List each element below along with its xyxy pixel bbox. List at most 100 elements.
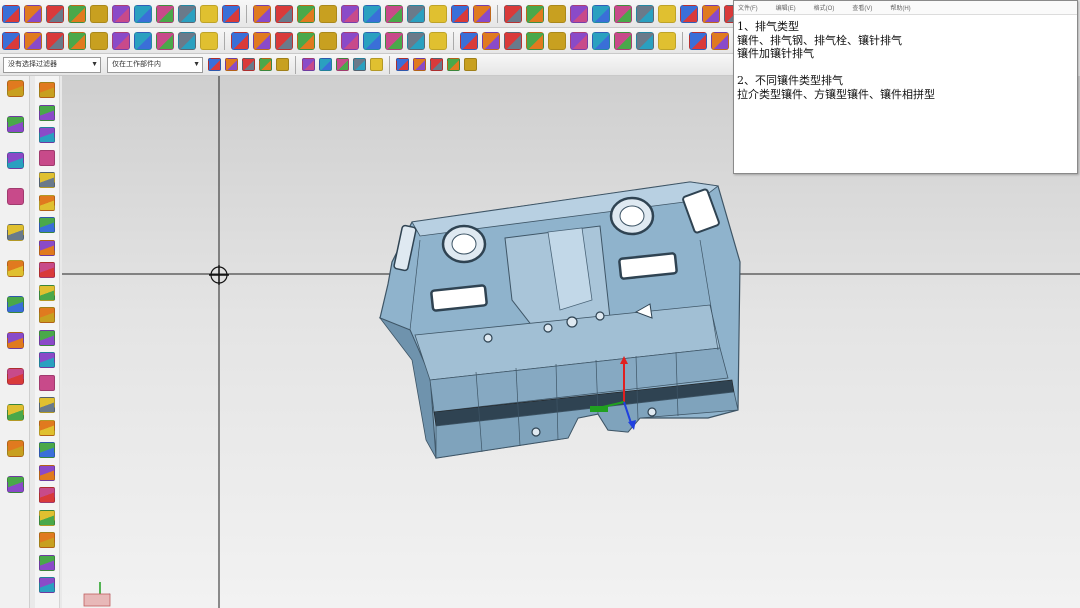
patch-icon[interactable] (680, 4, 698, 23)
block-icon[interactable] (90, 4, 108, 23)
wcs-icon[interactable] (46, 31, 64, 50)
gate-icon[interactable] (658, 31, 676, 50)
back-view-icon[interactable] (429, 31, 447, 50)
system-materials-icon[interactable] (7, 332, 24, 349)
list-icon[interactable] (39, 464, 55, 481)
cone-icon[interactable] (134, 4, 152, 23)
menu-edit[interactable]: 编辑(E) (776, 3, 796, 12)
show-hide-icon[interactable] (90, 31, 108, 50)
arrow-icon[interactable] (39, 397, 55, 413)
ejector-icon[interactable] (614, 31, 632, 50)
cavity-icon[interactable] (526, 31, 544, 50)
revolve-icon[interactable] (200, 4, 218, 23)
notepad-text-area[interactable]: 1、排气类型 镶件、排气钢、排气栓、镶针排气 镶件加镶针排气 2、不同镶件类型排… (734, 15, 1077, 106)
zoom-icon[interactable] (134, 31, 152, 50)
point-snap-icon[interactable] (225, 58, 238, 71)
cylinder-icon[interactable] (112, 4, 130, 23)
isometric-icon[interactable] (297, 31, 315, 50)
intersect-icon[interactable] (592, 4, 610, 23)
curve-icon[interactable] (39, 149, 55, 166)
layer-icon[interactable] (68, 31, 86, 50)
extrude-icon[interactable] (178, 4, 196, 23)
support-icon[interactable] (39, 352, 55, 368)
mesh-icon[interactable] (39, 194, 55, 211)
endpoint-icon[interactable] (242, 58, 255, 71)
sphere-icon[interactable] (156, 4, 174, 23)
trimetric-icon[interactable] (275, 31, 293, 50)
tree-icon[interactable] (39, 509, 55, 526)
assembly-navigator-icon[interactable] (7, 80, 24, 97)
subtract-icon[interactable] (570, 4, 588, 23)
section-icon[interactable] (253, 31, 271, 50)
process-navigator-icon[interactable] (7, 404, 24, 421)
knife-icon[interactable] (39, 239, 55, 256)
core-icon[interactable] (504, 31, 522, 50)
internet-icon[interactable] (7, 260, 24, 277)
part-navigator-icon[interactable] (7, 152, 24, 169)
tube-icon[interactable] (39, 307, 55, 323)
slot-icon[interactable] (319, 4, 337, 23)
chamfer-icon[interactable] (473, 4, 491, 23)
pocket-icon[interactable] (275, 4, 293, 23)
filter-icon[interactable] (208, 58, 221, 71)
new-file-icon[interactable] (2, 4, 20, 23)
insert-icon[interactable] (592, 31, 610, 50)
menu-format[interactable]: 格式(O) (814, 3, 835, 12)
save-icon[interactable] (46, 4, 64, 23)
folder-icon[interactable] (39, 104, 55, 121)
groove-icon[interactable] (341, 4, 359, 23)
lifter-icon[interactable] (570, 31, 588, 50)
split-body-icon[interactable] (526, 4, 544, 23)
box-icon[interactable] (39, 442, 55, 458)
table-icon[interactable] (39, 532, 55, 548)
rotate-icon[interactable] (156, 31, 174, 50)
assembly-scope-combo[interactable]: 仅在工作部件内 ▼ (107, 56, 203, 73)
trim-body-icon[interactable] (504, 4, 522, 23)
unite-icon[interactable] (548, 4, 566, 23)
chart-icon[interactable] (39, 487, 55, 503)
select-edge-icon[interactable] (464, 58, 477, 71)
fit-icon[interactable] (112, 31, 130, 50)
menu-file[interactable]: 文件(F) (738, 3, 758, 12)
select-all-icon[interactable] (2, 31, 20, 50)
shell-icon[interactable] (429, 4, 447, 23)
on-curve-icon[interactable] (336, 58, 349, 71)
mold-wizard-icon[interactable] (460, 31, 478, 50)
parting-icon[interactable] (482, 31, 500, 50)
offset-icon[interactable] (385, 4, 403, 23)
menu-view[interactable]: 查看(V) (852, 3, 872, 12)
grid-icon[interactable] (39, 127, 55, 143)
move-face-icon[interactable] (702, 4, 720, 23)
electrode-icon[interactable] (711, 31, 729, 50)
snap-icon[interactable] (24, 31, 42, 50)
part-model[interactable] (378, 181, 741, 459)
emboss-icon[interactable] (363, 4, 381, 23)
cabinet-icon[interactable] (39, 329, 55, 346)
intersection-icon[interactable] (319, 58, 332, 71)
type-filter-combo[interactable]: 没有选择过滤器 ▼ (3, 56, 101, 73)
blend-icon[interactable] (451, 4, 469, 23)
front-view-icon[interactable] (319, 31, 337, 50)
cooling-icon[interactable] (636, 31, 654, 50)
sew-icon[interactable] (658, 4, 676, 23)
select-face-icon[interactable] (430, 58, 443, 71)
wrench-icon[interactable] (39, 419, 55, 436)
hole-icon[interactable] (222, 4, 240, 23)
undo-icon[interactable] (68, 4, 86, 23)
runner-icon[interactable] (689, 31, 707, 50)
existing-point-icon[interactable] (370, 58, 383, 71)
reuse-library-icon[interactable] (7, 188, 24, 205)
constraint-navigator-icon[interactable] (7, 116, 24, 133)
cube-icon[interactable] (39, 284, 55, 301)
open-icon[interactable] (24, 4, 42, 23)
print-icon[interactable] (7, 476, 24, 493)
arc-center-icon[interactable] (396, 58, 409, 71)
mirror-icon[interactable] (636, 4, 654, 23)
bottom-view-icon[interactable] (407, 31, 425, 50)
pan-icon[interactable] (178, 31, 196, 50)
wireframe-icon[interactable] (231, 31, 249, 50)
left-view-icon[interactable] (385, 31, 403, 50)
web-browser-icon[interactable] (7, 440, 24, 457)
palette-icon[interactable] (7, 368, 24, 385)
frame-icon[interactable] (39, 217, 55, 233)
